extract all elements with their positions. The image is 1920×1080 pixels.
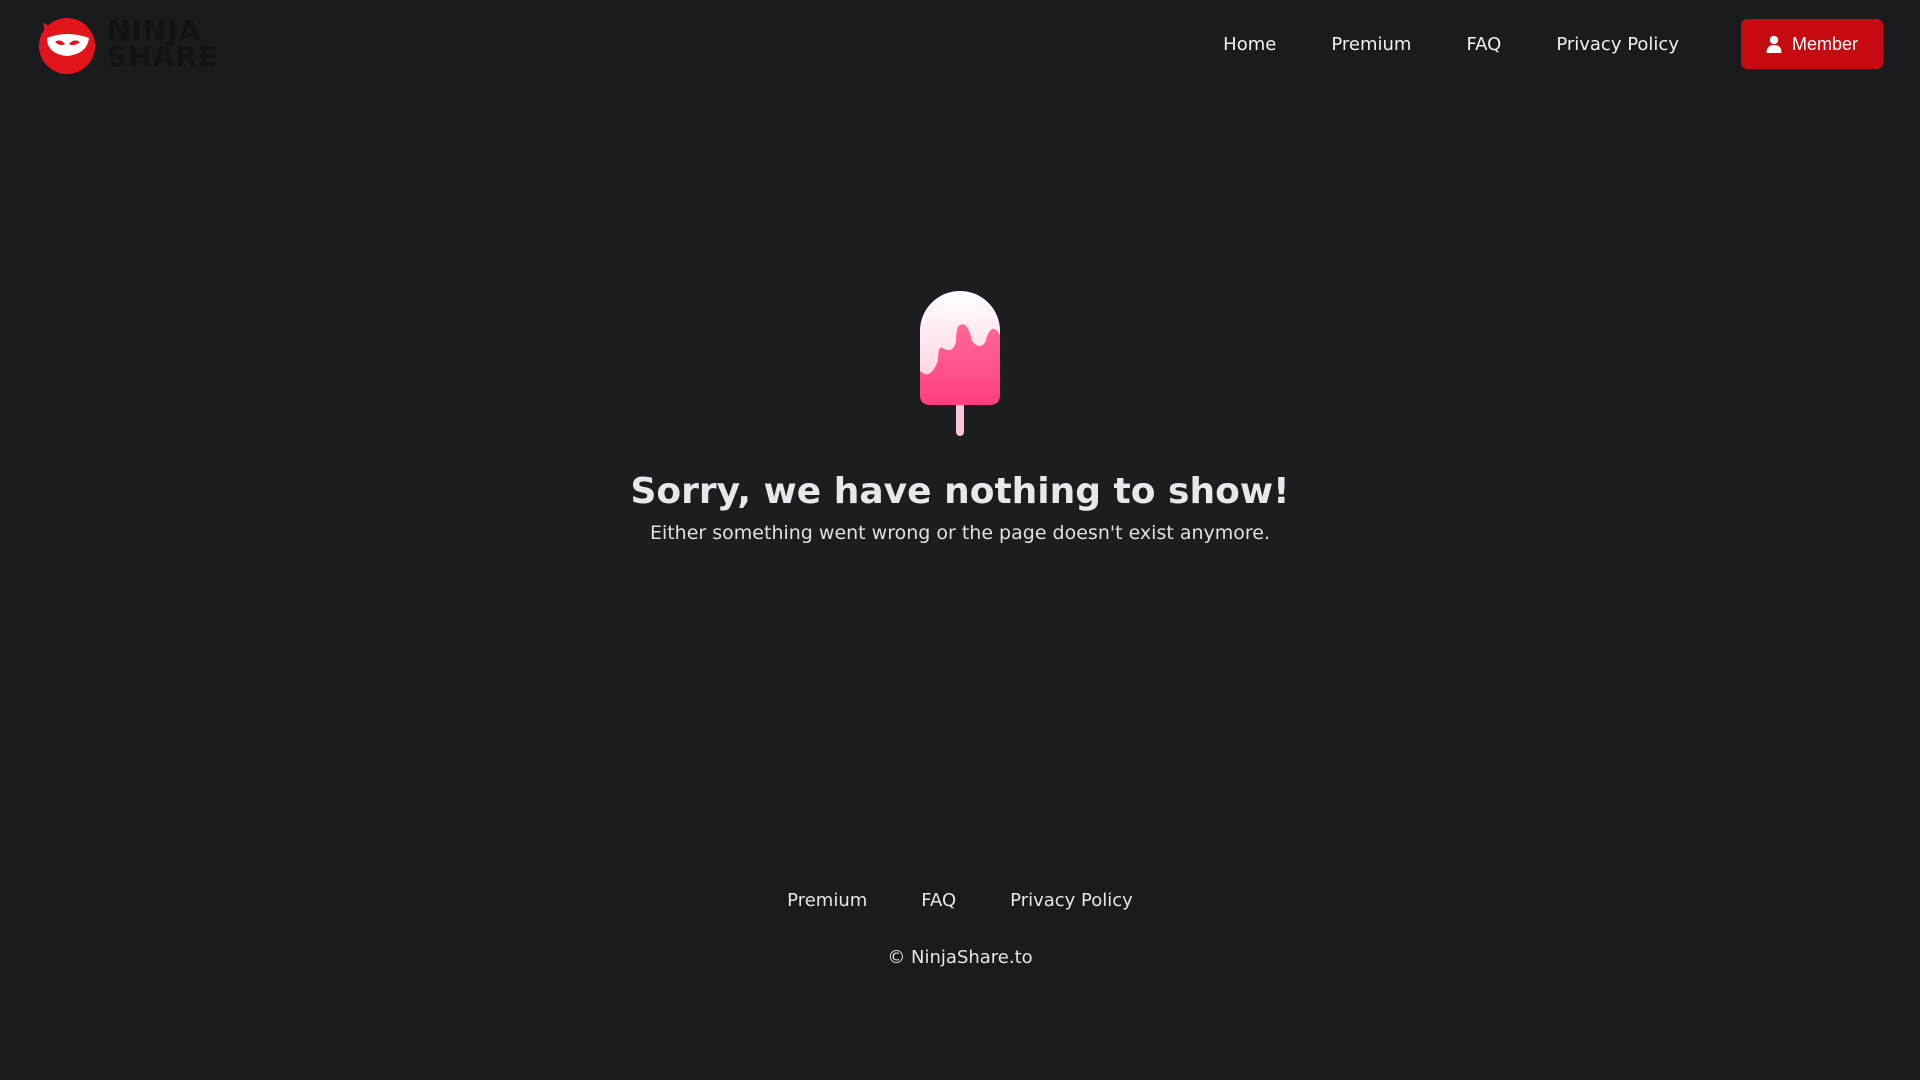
logo-text: NINJA SHARE xyxy=(107,17,218,73)
footer-privacy-policy-link[interactable]: Privacy Policy xyxy=(1010,890,1133,911)
footer-faq-link[interactable]: FAQ xyxy=(921,890,956,911)
site-logo[interactable]: NINJA SHARE xyxy=(37,14,218,74)
empty-state-title: Sorry, we have nothing to show! xyxy=(630,471,1290,512)
member-button[interactable]: Member xyxy=(1740,19,1883,69)
nav-premium-link[interactable]: Premium xyxy=(1331,34,1411,55)
empty-state-subtitle: Either something went wrong or the page … xyxy=(649,522,1271,544)
header-nav: Home Premium FAQ Privacy Policy Member xyxy=(1168,19,1883,69)
page: NINJA SHARE Home Premium FAQ Privacy Pol… xyxy=(0,0,1920,1080)
nav-faq-link[interactable]: FAQ xyxy=(1466,34,1501,55)
site-footer: Premium FAQ Privacy Policy © NinjaShare.… xyxy=(0,830,1920,1080)
nav-home-link[interactable]: Home xyxy=(1223,34,1276,55)
empty-state: Sorry, we have nothing to show! Either s… xyxy=(0,291,1920,544)
logo-text-line2: SHARE xyxy=(107,40,218,73)
footer-premium-link[interactable]: Premium xyxy=(787,890,867,911)
ninja-logo-icon xyxy=(39,18,95,74)
user-icon xyxy=(1766,35,1782,53)
nav-privacy-policy-link[interactable]: Privacy Policy xyxy=(1556,34,1679,55)
footer-nav: Premium FAQ Privacy Policy xyxy=(760,890,1160,911)
popsicle-icon xyxy=(920,291,1000,436)
main-content: Sorry, we have nothing to show! Either s… xyxy=(0,88,1920,830)
copyright-text: © NinjaShare.to xyxy=(887,947,1033,968)
site-header: NINJA SHARE Home Premium FAQ Privacy Pol… xyxy=(0,0,1920,88)
member-button-label: Member xyxy=(1791,33,1858,54)
